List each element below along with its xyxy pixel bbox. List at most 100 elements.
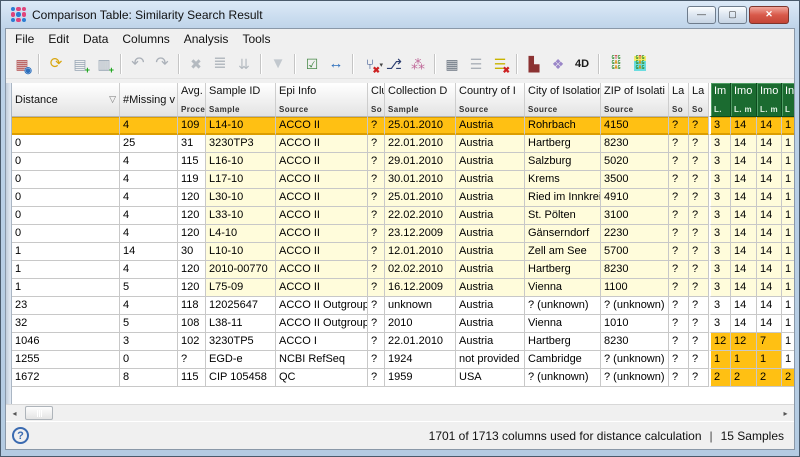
cell-missing-values[interactable]: 4 bbox=[120, 225, 178, 243]
cell-missing-values[interactable]: 14 bbox=[120, 243, 178, 261]
cell-la2[interactable]: ? bbox=[689, 369, 709, 387]
cell-avg[interactable]: 115 bbox=[178, 369, 206, 387]
table-row[interactable]: 04119L17-10ACCO II?30.01.2010AustriaKrem… bbox=[12, 171, 794, 189]
cell-country-of-isolation[interactable]: Austria bbox=[456, 243, 525, 261]
cell-epi-info[interactable]: ACCO II Outgroup bbox=[276, 315, 368, 333]
cell-avg[interactable]: 120 bbox=[178, 189, 206, 207]
cell-la1[interactable]: ? bbox=[669, 171, 689, 189]
mst-graph-icon[interactable]: ❖ bbox=[547, 53, 569, 75]
cell-country-of-isolation[interactable]: Austria bbox=[456, 189, 525, 207]
column-header-city-of-isolation[interactable]: City of IsolationSource bbox=[525, 83, 601, 117]
cell-avg[interactable]: 115 bbox=[178, 153, 206, 171]
cell-lmo1[interactable]: 14 bbox=[731, 279, 757, 297]
network-nodes-icon[interactable]: ⁂ bbox=[407, 53, 429, 75]
cell-country-of-isolation[interactable]: Austria bbox=[456, 279, 525, 297]
cell-epi-info[interactable]: NCBI RefSeq bbox=[276, 351, 368, 369]
cell-missing-values[interactable]: 4 bbox=[120, 171, 178, 189]
cell-la1[interactable]: ? bbox=[669, 333, 689, 351]
add-entry-icon[interactable]: ▤+ bbox=[69, 53, 91, 75]
column-header-lmo1[interactable]: ImoL. m bbox=[731, 83, 757, 117]
cell-lm[interactable]: 3 bbox=[709, 261, 731, 279]
cell-missing-values[interactable]: 4 bbox=[120, 297, 178, 315]
table-row[interactable]: 04120L33-10ACCO II?22.02.2010AustriaSt. … bbox=[12, 207, 794, 225]
cell-country-of-isolation[interactable]: Austria bbox=[456, 207, 525, 225]
redo-icon[interactable]: ↷ bbox=[151, 53, 173, 75]
cell-collection-date[interactable]: unknown bbox=[385, 297, 456, 315]
column-header-distance[interactable]: Distance▽ bbox=[12, 83, 120, 117]
checkbox-field-icon[interactable]: ☑ bbox=[301, 53, 323, 75]
cell-lmo2[interactable]: 2 bbox=[757, 369, 782, 387]
cell-collection-date[interactable]: 22.02.2010 bbox=[385, 207, 456, 225]
cell-zip-of-isolation[interactable]: 2230 bbox=[601, 225, 669, 243]
scrollbar-thumb[interactable] bbox=[25, 406, 53, 420]
cell-epi-info[interactable]: ACCO II bbox=[276, 225, 368, 243]
combine-rows-icon[interactable]: ≣ bbox=[209, 53, 231, 75]
close-button[interactable]: ✕ bbox=[749, 6, 789, 24]
cell-distance[interactable]: 0 bbox=[12, 153, 120, 171]
cell-avg[interactable]: 108 bbox=[178, 315, 206, 333]
cell-lmo1[interactable]: 2 bbox=[731, 369, 757, 387]
cell-sample-id[interactable]: L4-10 bbox=[206, 225, 276, 243]
cell-zip-of-isolation[interactable]: 5020 bbox=[601, 153, 669, 171]
add-column-icon[interactable]: ▥+ bbox=[93, 53, 115, 75]
maximize-button[interactable]: ▢ bbox=[718, 6, 747, 24]
cell-city-of-isolation[interactable]: Hartberg bbox=[525, 135, 601, 153]
remove-list-icon[interactable]: ☰✖ bbox=[489, 53, 511, 75]
cell-lmo1[interactable]: 14 bbox=[731, 117, 757, 135]
cell-country-of-isolation[interactable]: Austria bbox=[456, 171, 525, 189]
cell-lmo2[interactable]: 14 bbox=[757, 297, 782, 315]
cell-zip-of-isolation[interactable]: 8230 bbox=[601, 333, 669, 351]
cell-lm[interactable]: 3 bbox=[709, 135, 731, 153]
cell-epi-info[interactable]: ACCO II bbox=[276, 243, 368, 261]
cell-lmo2[interactable]: 14 bbox=[757, 279, 782, 297]
column-header-la2[interactable]: LaSo bbox=[689, 83, 709, 117]
cell-cluster[interactable]: ? bbox=[368, 279, 385, 297]
cell-sample-id[interactable]: 3230TP5 bbox=[206, 333, 276, 351]
cell-la1[interactable]: ? bbox=[669, 243, 689, 261]
cell-cluster[interactable]: ? bbox=[368, 153, 385, 171]
cell-avg[interactable]: 31 bbox=[178, 135, 206, 153]
delete-icon[interactable]: ✖ bbox=[185, 53, 207, 75]
undo-icon[interactable]: ↶ bbox=[127, 53, 149, 75]
cell-country-of-isolation[interactable]: Austria bbox=[456, 333, 525, 351]
cell-collection-date[interactable]: 02.02.2010 bbox=[385, 261, 456, 279]
table-row[interactable]: 23411812025647ACCO II Outgroup?unknownAu… bbox=[12, 297, 794, 315]
column-header-country-of-isolation[interactable]: Country of ISource bbox=[456, 83, 525, 117]
cluster-tree-icon[interactable]: ⎇ bbox=[383, 53, 405, 75]
cell-collection-date[interactable]: 16.12.2009 bbox=[385, 279, 456, 297]
cell-distance[interactable]: 0 bbox=[12, 135, 120, 153]
cell-lmo1[interactable]: 1 bbox=[731, 351, 757, 369]
cell-city-of-isolation[interactable]: ? (unknown) bbox=[525, 297, 601, 315]
cell-ln[interactable]: 1 bbox=[782, 297, 794, 315]
cell-distance[interactable]: 0 bbox=[12, 207, 120, 225]
cell-sample-id[interactable]: EGD-e bbox=[206, 351, 276, 369]
cell-epi-info[interactable]: ACCO II bbox=[276, 189, 368, 207]
sort-indicator-icon[interactable]: ▽ bbox=[109, 94, 116, 105]
cell-epi-info[interactable]: ACCO II bbox=[276, 153, 368, 171]
cell-missing-values[interactable]: 3 bbox=[120, 333, 178, 351]
cell-city-of-isolation[interactable]: Rohrbach bbox=[525, 117, 601, 135]
cell-la2[interactable]: ? bbox=[689, 261, 709, 279]
column-header-la1[interactable]: LaSo bbox=[669, 83, 689, 117]
cell-zip-of-isolation[interactable]: 8230 bbox=[601, 261, 669, 279]
cell-zip-of-isolation[interactable]: 4150 bbox=[601, 117, 669, 135]
cell-cluster[interactable]: ? bbox=[368, 135, 385, 153]
filter-funnel-icon[interactable]: ▼ bbox=[267, 53, 289, 75]
cell-zip-of-isolation[interactable]: 1100 bbox=[601, 279, 669, 297]
cell-la1[interactable]: ? bbox=[669, 117, 689, 135]
cell-cluster[interactable]: ? bbox=[368, 171, 385, 189]
cell-distance[interactable]: 0 bbox=[12, 189, 120, 207]
cell-city-of-isolation[interactable]: ? (unknown) bbox=[525, 369, 601, 387]
cell-lmo2[interactable]: 14 bbox=[757, 207, 782, 225]
cell-ln[interactable]: 1 bbox=[782, 351, 794, 369]
cell-city-of-isolation[interactable]: Zell am See bbox=[525, 243, 601, 261]
cell-la2[interactable]: ? bbox=[689, 351, 709, 369]
cell-ln[interactable]: 1 bbox=[782, 315, 794, 333]
cell-la1[interactable]: ? bbox=[669, 297, 689, 315]
table-row[interactable]: 4109L14-10ACCO II?25.01.2010AustriaRohrb… bbox=[12, 117, 794, 135]
cell-la1[interactable]: ? bbox=[669, 153, 689, 171]
cell-cluster[interactable]: ? bbox=[368, 207, 385, 225]
column-header-collection-date[interactable]: Collection DSample bbox=[385, 83, 456, 117]
cell-ln[interactable]: 1 bbox=[782, 135, 794, 153]
cell-lmo1[interactable]: 14 bbox=[731, 225, 757, 243]
